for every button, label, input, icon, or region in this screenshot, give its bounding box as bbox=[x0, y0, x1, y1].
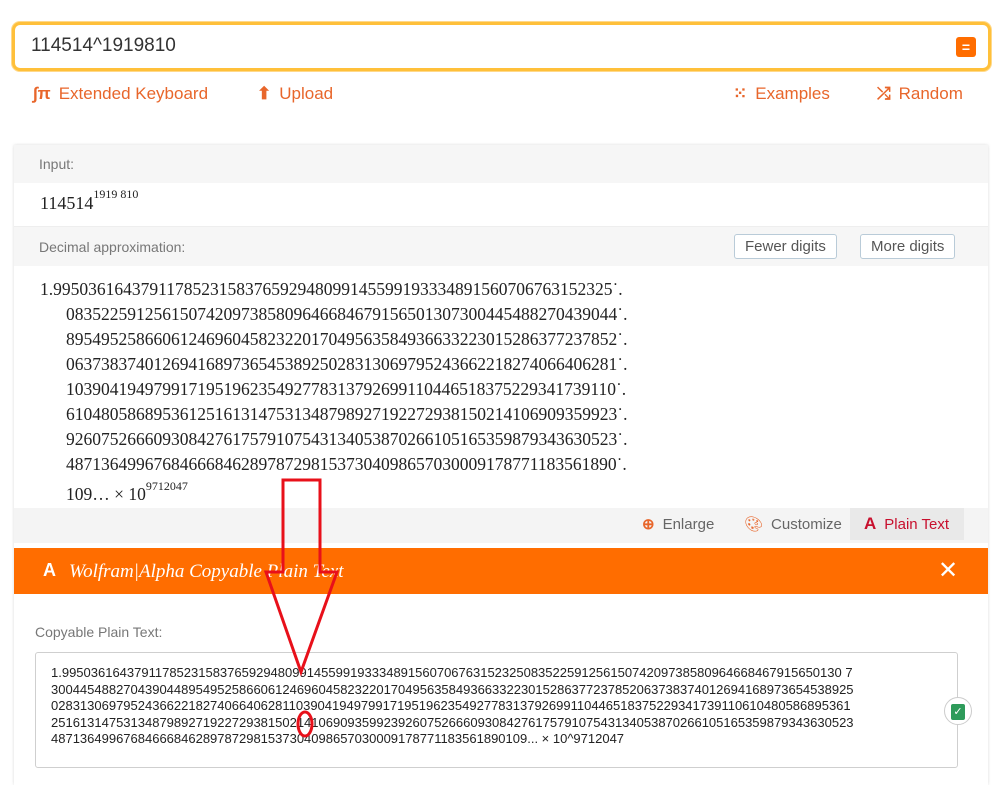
annotation-circle bbox=[296, 710, 314, 738]
annotation-arrow bbox=[263, 478, 340, 738]
